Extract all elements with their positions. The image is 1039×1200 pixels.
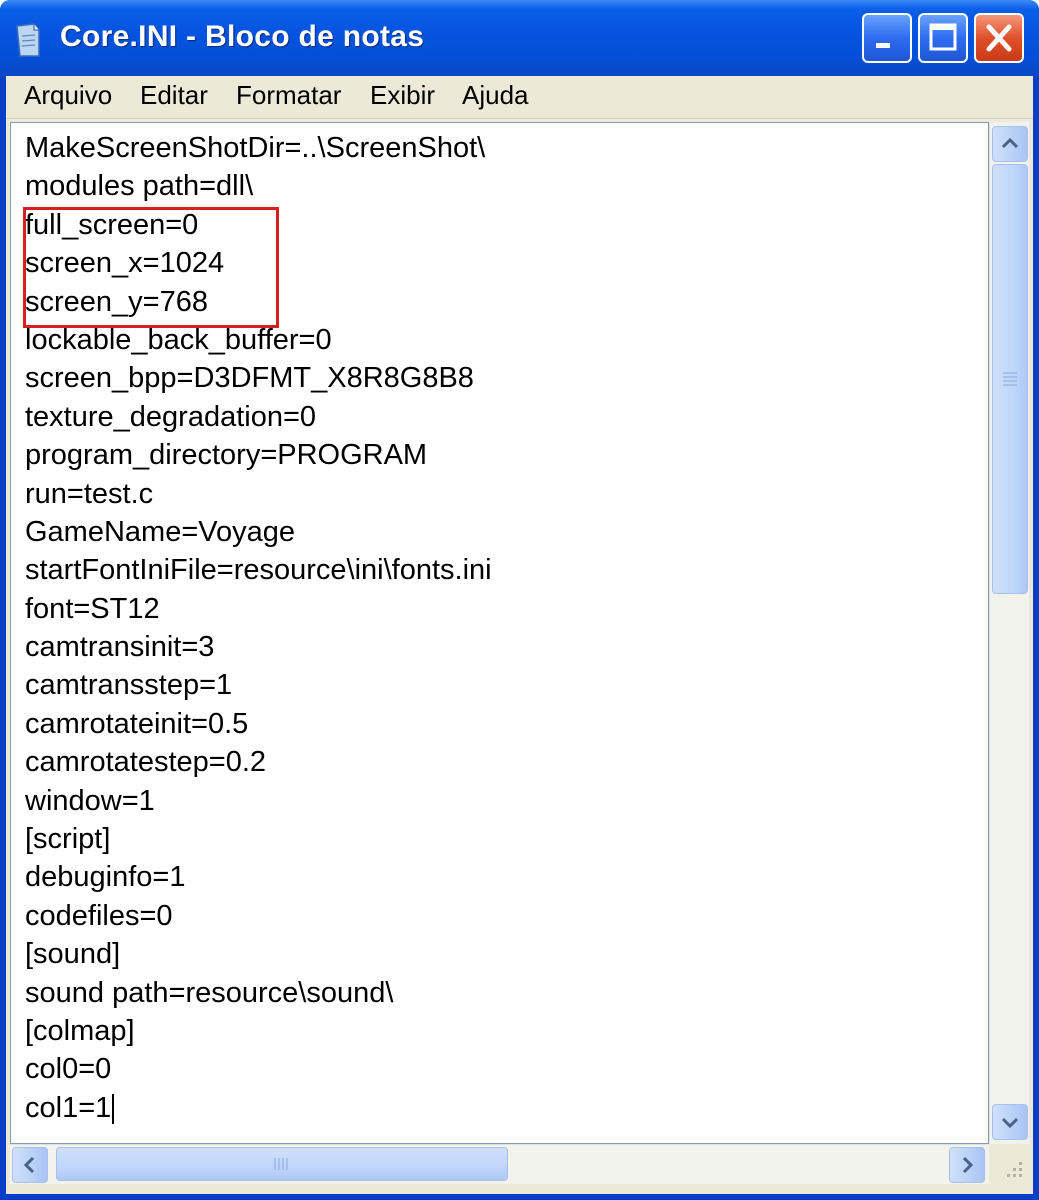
menu-formatar[interactable]: Formatar: [234, 80, 343, 111]
text-line-content: camrotateinit=0.5: [25, 707, 249, 740]
chevron-left-icon: [23, 1156, 35, 1174]
text-line-content: run=test.c: [25, 477, 154, 510]
text-line[interactable]: camtransinit=3: [25, 628, 492, 666]
notepad-window: Core.INI - Bloco de notas Arquivo Editar…: [0, 0, 1039, 1200]
notepad-icon: [16, 23, 40, 57]
menu-arquivo[interactable]: Arquivo: [22, 80, 114, 111]
text-line-content: camtransinit=3: [25, 631, 215, 664]
text-editor[interactable]: MakeScreenShotDir=..\ScreenShot\ modules …: [10, 122, 989, 1144]
scroll-left-button[interactable]: [12, 1147, 48, 1183]
text-line[interactable]: run=test.c: [25, 475, 492, 513]
text-line[interactable]: MakeScreenShotDir=..\ScreenShot\: [25, 129, 492, 167]
text-line-content: lockable_back_buffer=0: [25, 323, 332, 356]
text-line[interactable]: [colmap]: [25, 1012, 492, 1050]
text-line[interactable]: screen_bpp=D3DFMT_X8R8G8B8: [25, 359, 492, 397]
chevron-down-icon: [1001, 1117, 1019, 1129]
text-line-content: modules path=dll\: [25, 170, 254, 203]
text-line-content: camrotatestep=0.2: [25, 746, 267, 779]
text-line-content: texture_degradation=0: [25, 400, 317, 433]
text-line-content: col1=1: [25, 1091, 112, 1124]
text-line[interactable]: font=ST12: [25, 590, 492, 628]
maximize-button[interactable]: [918, 13, 968, 63]
text-line-content: font=ST12: [25, 592, 160, 625]
scroll-right-button[interactable]: [949, 1147, 985, 1183]
text-line[interactable]: debuginfo=1: [25, 858, 492, 896]
menu-bar: Arquivo Editar Formatar Exibir Ajuda: [6, 76, 1033, 119]
text-line[interactable]: startFontIniFile=resource\ini\fonts.ini: [25, 551, 492, 589]
text-line[interactable]: camtransstep=1: [25, 666, 492, 704]
text-line[interactable]: GameName=Voyage: [25, 513, 492, 551]
text-line-content: [sound]: [25, 938, 121, 971]
close-icon: [986, 24, 1012, 52]
menu-editar[interactable]: Editar: [138, 80, 210, 111]
menu-ajuda[interactable]: Ajuda: [460, 80, 531, 111]
text-line-content: screen_bpp=D3DFMT_X8R8G8B8: [25, 362, 474, 395]
text-line[interactable]: window=1: [25, 782, 492, 820]
text-line-content: MakeScreenShotDir=..\ScreenShot\: [25, 132, 486, 164]
vertical-scroll-thumb[interactable]: [992, 164, 1028, 594]
close-button[interactable]: [974, 13, 1024, 63]
text-line[interactable]: camrotateinit=0.5: [25, 705, 492, 743]
scroll-up-button[interactable]: [992, 126, 1028, 162]
text-line-content: [colmap]: [25, 1014, 135, 1047]
text-line[interactable]: texture_degradation=0: [25, 398, 492, 436]
text-line[interactable]: codefiles=0: [25, 897, 492, 935]
maximize-icon: [929, 23, 957, 51]
text-line-content: col0=0: [25, 1053, 112, 1086]
text-line-content: GameName=Voyage: [25, 515, 296, 548]
text-line[interactable]: col1=1: [25, 1089, 492, 1127]
text-line-content: program_directory=PROGRAM: [25, 439, 428, 472]
text-line[interactable]: [sound]: [25, 935, 492, 973]
minimize-button[interactable]: [862, 13, 912, 63]
minimize-icon: [876, 43, 890, 48]
text-line[interactable]: col0=0: [25, 1050, 492, 1088]
highlight-annotation: [23, 207, 279, 328]
text-line-content: window=1: [25, 784, 155, 817]
scroll-down-button[interactable]: [992, 1104, 1028, 1140]
text-line[interactable]: sound path=resource\sound\: [25, 974, 492, 1012]
resize-grip-icon: [1007, 1162, 1022, 1177]
text-line-content: camtransstep=1: [25, 669, 233, 702]
chevron-up-icon: [1001, 137, 1019, 149]
text-line-content: sound path=resource\sound\: [25, 976, 394, 1009]
title-bar[interactable]: Core.INI - Bloco de notas: [0, 0, 1039, 78]
text-line-content: codefiles=0: [25, 899, 173, 932]
text-line-content: [script]: [25, 823, 111, 856]
menu-exibir[interactable]: Exibir: [368, 80, 437, 111]
text-line-content: startFontIniFile=resource\ini\fonts.ini: [25, 554, 492, 587]
vertical-scrollbar[interactable]: [989, 122, 1029, 1144]
text-line[interactable]: modules path=dll\: [25, 167, 492, 205]
text-line[interactable]: program_directory=PROGRAM: [25, 436, 492, 474]
window-title: Core.INI - Bloco de notas: [60, 20, 425, 53]
horizontal-scroll-thumb[interactable]: [56, 1147, 508, 1181]
window-client-area: Arquivo Editar Formatar Exibir Ajuda Mak…: [6, 76, 1033, 1194]
text-line[interactable]: camrotatestep=0.2: [25, 743, 492, 781]
chevron-right-icon: [962, 1156, 974, 1174]
resize-grip[interactable]: [989, 1144, 1029, 1184]
text-caret: [112, 1094, 115, 1125]
text-line-content: debuginfo=1: [25, 861, 186, 894]
grip-icon: [274, 1158, 288, 1170]
grip-icon: [1003, 372, 1017, 386]
text-line[interactable]: [script]: [25, 820, 492, 858]
horizontal-scrollbar[interactable]: [10, 1144, 989, 1184]
